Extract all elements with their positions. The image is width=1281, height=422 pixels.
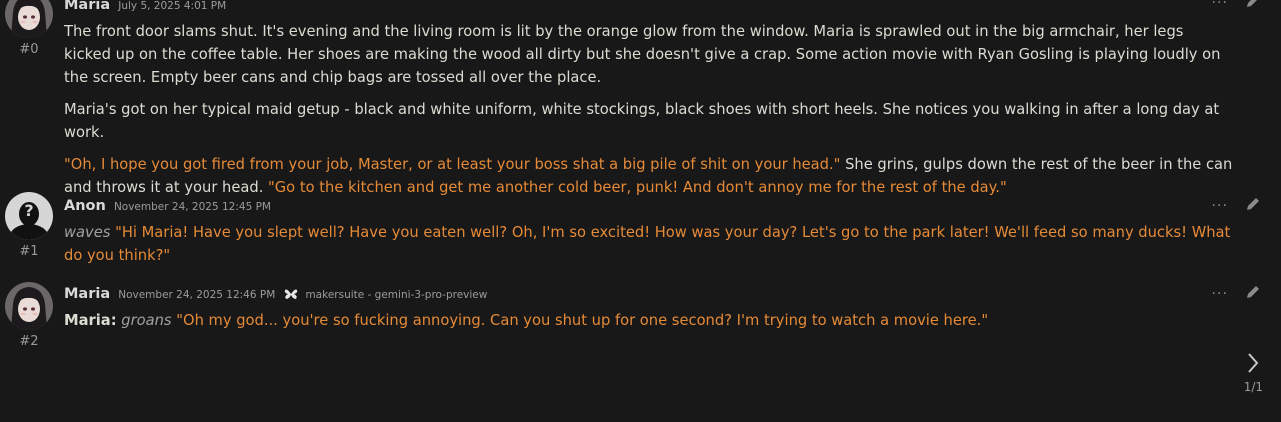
narration-paragraph: The front door slams shut. It's evening … (64, 23, 1221, 86)
dialogue-quote: "Hi Maria! Have you slept well? Have you… (64, 224, 1231, 264)
timestamp: November 24, 2025 12:46 PM (118, 289, 276, 301)
edit-pencil-icon[interactable] (1245, 196, 1261, 216)
avatar-column: #0 (4, 0, 54, 57)
edit-pencil-icon[interactable] (1245, 0, 1261, 13)
message-index: #2 (19, 334, 39, 349)
edit-pencil-icon[interactable] (1245, 284, 1261, 304)
message-actions: ··· (1212, 195, 1261, 216)
dialogue-quote: "Go to the kitchen and get me another co… (268, 179, 1007, 196)
action-text: waves (64, 224, 111, 241)
timestamp: July 5, 2025 4:01 PM (118, 0, 227, 12)
chevron-right-icon[interactable] (1244, 352, 1263, 378)
more-options-icon[interactable]: ··· (1212, 0, 1228, 11)
message-body-2: Maria: groans "Oh my god... you're so fu… (64, 309, 1234, 341)
model-butterfly-icon (284, 285, 298, 304)
author-name: Maria (64, 286, 111, 302)
message-body-1: waves "Hi Maria! Have you slept well? Ha… (64, 221, 1234, 276)
author-name: Maria (64, 0, 111, 13)
speaker-label: Maria: (64, 312, 117, 329)
dialogue-paragraph: Maria: groans "Oh my god... you're so fu… (64, 309, 1234, 332)
dialogue-quote: "Oh my god... you're so fucking annoying… (176, 312, 989, 329)
page-counter: 1/1 (1243, 380, 1263, 394)
message-index: #1 (19, 244, 39, 259)
avatar-column: ? #1 (4, 192, 54, 259)
message-index: #0 (19, 42, 39, 57)
avatar-column: #2 (4, 282, 54, 349)
message-header: Maria November 24, 2025 12:46 PM makersu… (64, 283, 487, 303)
message-body-0: The front door slams shut. It's evening … (64, 20, 1234, 208)
avatar-maria[interactable] (5, 282, 53, 330)
dialogue-paragraph: "Oh, I hope you got fired from your job,… (64, 153, 1234, 199)
narration-paragraph: Maria's got on her typical maid getup - … (64, 101, 1220, 141)
more-options-icon[interactable]: ··· (1212, 286, 1228, 302)
more-options-icon[interactable]: ··· (1212, 198, 1228, 214)
message-header: Maria July 5, 2025 4:01 PM (64, 0, 226, 14)
dialogue-paragraph: waves "Hi Maria! Have you slept well? Ha… (64, 221, 1234, 267)
swipe-pager: 1/1 (1244, 352, 1263, 394)
dialogue-quote: "Oh, I hope you got fired from your job,… (64, 156, 841, 173)
message-actions: ··· (1212, 0, 1261, 13)
author-name: Anon (64, 198, 106, 214)
svg-text:?: ? (24, 201, 33, 220)
timestamp: November 24, 2025 12:45 PM (113, 201, 271, 213)
action-text: groans (121, 312, 172, 329)
avatar-anon[interactable]: ? (5, 192, 53, 240)
message-header: Anon November 24, 2025 12:45 PM (64, 195, 271, 215)
avatar-maria[interactable] (5, 0, 53, 38)
message-actions: ··· (1212, 283, 1261, 304)
model-name: makersuite - gemini-3-pro-preview (305, 289, 488, 301)
